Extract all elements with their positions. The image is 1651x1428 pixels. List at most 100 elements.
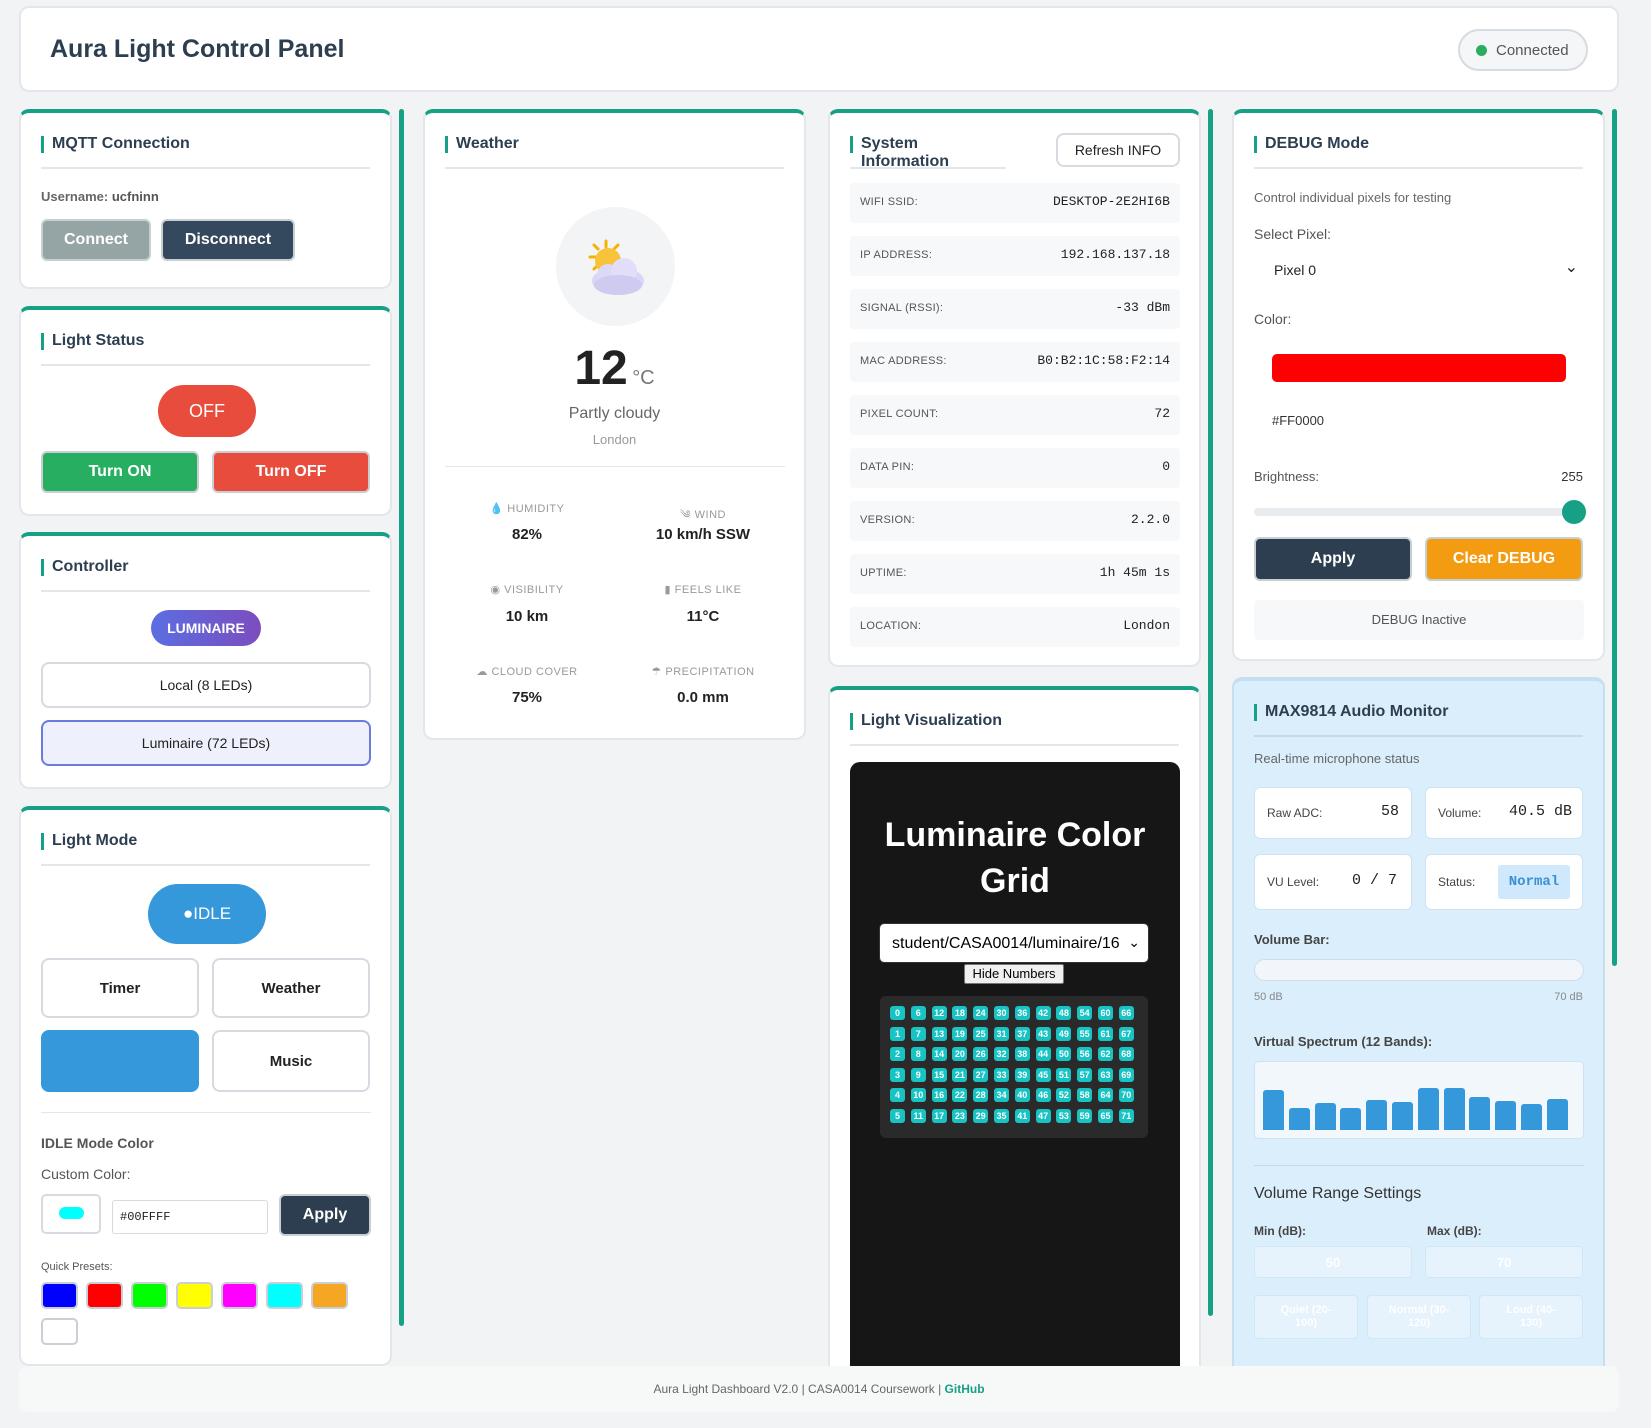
controller-badge: LUMINAIRE — [151, 610, 261, 646]
led-pixel: 51 — [1056, 1067, 1072, 1082]
connect-button[interactable]: Connect — [41, 219, 151, 261]
led-pixel: 7 — [910, 1026, 926, 1041]
column-scrollbar[interactable] — [399, 109, 404, 1326]
brightness-slider[interactable] — [1254, 500, 1586, 524]
status-dot-icon — [1476, 45, 1487, 56]
led-pixel: 48 — [1056, 1006, 1072, 1020]
loud-preset-button[interactable]: Loud (40-130) — [1479, 1295, 1583, 1339]
brightness-slider-handle[interactable] — [1562, 500, 1586, 524]
led-pixel: 23 — [952, 1109, 968, 1123]
system-info-key: SIGNAL (RSSI): — [860, 302, 944, 314]
preset-orange[interactable] — [311, 1282, 348, 1309]
led-pixel: 3 — [890, 1067, 905, 1082]
led-pixel: 38 — [1014, 1047, 1030, 1062]
led-pixel: 71 — [1118, 1109, 1134, 1123]
eye-icon: ◉ — [490, 584, 501, 596]
led-pixel: 47 — [1035, 1109, 1051, 1123]
led-pixel: 58 — [1077, 1088, 1093, 1103]
led-pixel: 52 — [1056, 1088, 1072, 1103]
system-info-value: 0 — [1162, 459, 1170, 474]
led-pixel: 0 — [890, 1006, 905, 1020]
system-info-value: 1h 45m 1s — [1099, 565, 1170, 580]
preset-magenta[interactable] — [221, 1282, 258, 1309]
system-info-row: SIGNAL (RSSI): -33 dBm — [850, 289, 1180, 329]
turn-on-button[interactable]: Turn ON — [41, 451, 199, 493]
local-controller-option[interactable]: Local (8 LEDs) — [41, 662, 371, 708]
debug-color-swatch[interactable] — [1272, 354, 1566, 382]
led-pixel: 16 — [931, 1088, 947, 1103]
normal-preset-button[interactable]: Normal (30-120) — [1367, 1295, 1471, 1339]
led-pixel: 63 — [1098, 1067, 1113, 1082]
column-scrollbar[interactable] — [1208, 109, 1213, 1316]
debug-apply-button[interactable]: Apply — [1254, 537, 1412, 581]
refresh-info-button[interactable]: Refresh INFO — [1056, 133, 1180, 167]
led-pixel: 43 — [1035, 1026, 1051, 1041]
led-pixel: 53 — [1056, 1109, 1072, 1123]
led-pixel: 69 — [1118, 1067, 1134, 1082]
led-pixel: 37 — [1014, 1026, 1030, 1041]
led-pixel: 41 — [1014, 1109, 1030, 1123]
preset-white[interactable] — [41, 1318, 78, 1345]
page-scrollbar[interactable] — [1612, 109, 1617, 966]
system-info-value: DESKTOP-2E2HI6B — [1052, 194, 1170, 209]
color-preview — [59, 1207, 84, 1219]
light-state-badge: OFF — [158, 385, 256, 437]
led-pixel: 70 — [1118, 1088, 1134, 1103]
weather-city: London — [592, 432, 637, 447]
hex-input[interactable]: #00FFFF — [112, 1200, 268, 1234]
led-pixel: 36 — [1014, 1006, 1030, 1020]
preset-blue[interactable] — [41, 1282, 78, 1309]
quick-presets-label: Quick Presets: — [41, 1261, 113, 1273]
color-picker[interactable] — [41, 1194, 101, 1234]
spectrum-bar — [1495, 1101, 1517, 1130]
system-info-key: DATA PIN: — [860, 461, 915, 473]
topic-select[interactable]: student/CASA0014/luminaire/16 ⌄ — [879, 923, 1149, 963]
led-pixel: 64 — [1098, 1088, 1113, 1103]
preset-green[interactable] — [131, 1282, 168, 1309]
clear-debug-button[interactable]: Clear DEBUG — [1425, 537, 1583, 581]
quiet-preset-button[interactable]: Quiet (20-100) — [1254, 1295, 1358, 1339]
system-info-key: MAC ADDRESS: — [860, 355, 947, 367]
preset-cyan[interactable] — [266, 1282, 303, 1309]
hide-numbers-button[interactable]: Hide Numbers — [964, 964, 1064, 984]
led-pixel: 21 — [952, 1067, 968, 1082]
divider — [41, 1112, 371, 1113]
led-pixel: 19 — [952, 1026, 968, 1041]
preset-red[interactable] — [86, 1282, 123, 1309]
weather-icon-circle — [556, 207, 675, 326]
github-link[interactable]: GitHub — [945, 1382, 985, 1396]
spectrum-bar — [1417, 1088, 1439, 1130]
disconnect-button[interactable]: Disconnect — [161, 219, 295, 261]
humidity-icon: 💧 — [489, 503, 504, 515]
max-db-input[interactable]: 70 — [1425, 1246, 1583, 1278]
temperature-value: 12 — [574, 342, 628, 395]
range-settings-title: Volume Range Settings — [1254, 1185, 1422, 1202]
idle-mode-button[interactable] — [41, 1030, 199, 1092]
topic-select-value: student/CASA0014/luminaire/16 — [892, 935, 1120, 952]
volume-bar-max: 70 dB — [1554, 991, 1583, 1003]
thermometer-icon: ▮ — [664, 584, 672, 596]
turn-off-button[interactable]: Turn OFF — [212, 451, 370, 493]
audio-status-badge: Normal — [1498, 865, 1570, 899]
idle-color-apply-button[interactable]: Apply — [279, 1194, 371, 1236]
music-mode-button[interactable]: Music — [212, 1030, 370, 1092]
range-divider — [1254, 1165, 1584, 1166]
luminaire-controller-option[interactable]: Luminaire (72 LEDs) — [41, 720, 371, 766]
spectrum-bar — [1546, 1099, 1568, 1130]
min-db-input[interactable]: 50 — [1254, 1246, 1412, 1278]
led-pixel: 59 — [1077, 1109, 1093, 1123]
timer-mode-button[interactable]: Timer — [41, 958, 199, 1018]
temperature-unit: °C — [632, 367, 655, 389]
led-pixel: 42 — [1035, 1006, 1051, 1020]
weather-mode-button[interactable]: Weather — [212, 958, 370, 1018]
vu-level-box: VU Level: 0 / 7 — [1254, 854, 1412, 910]
mqtt-title: MQTT Connection — [41, 135, 370, 169]
custom-color-label: Custom Color: — [41, 1166, 131, 1182]
led-pixel: 61 — [1098, 1026, 1113, 1041]
light-visualization-title: Light Visualization — [850, 712, 1179, 746]
audio-status-box: Status: Normal — [1425, 854, 1583, 910]
pixel-select[interactable]: Pixel 0 ⌄ — [1254, 249, 1584, 289]
system-info-key: VERSION: — [860, 514, 915, 526]
preset-yellow[interactable] — [176, 1282, 213, 1309]
wind-icon: ༄ — [680, 509, 692, 521]
